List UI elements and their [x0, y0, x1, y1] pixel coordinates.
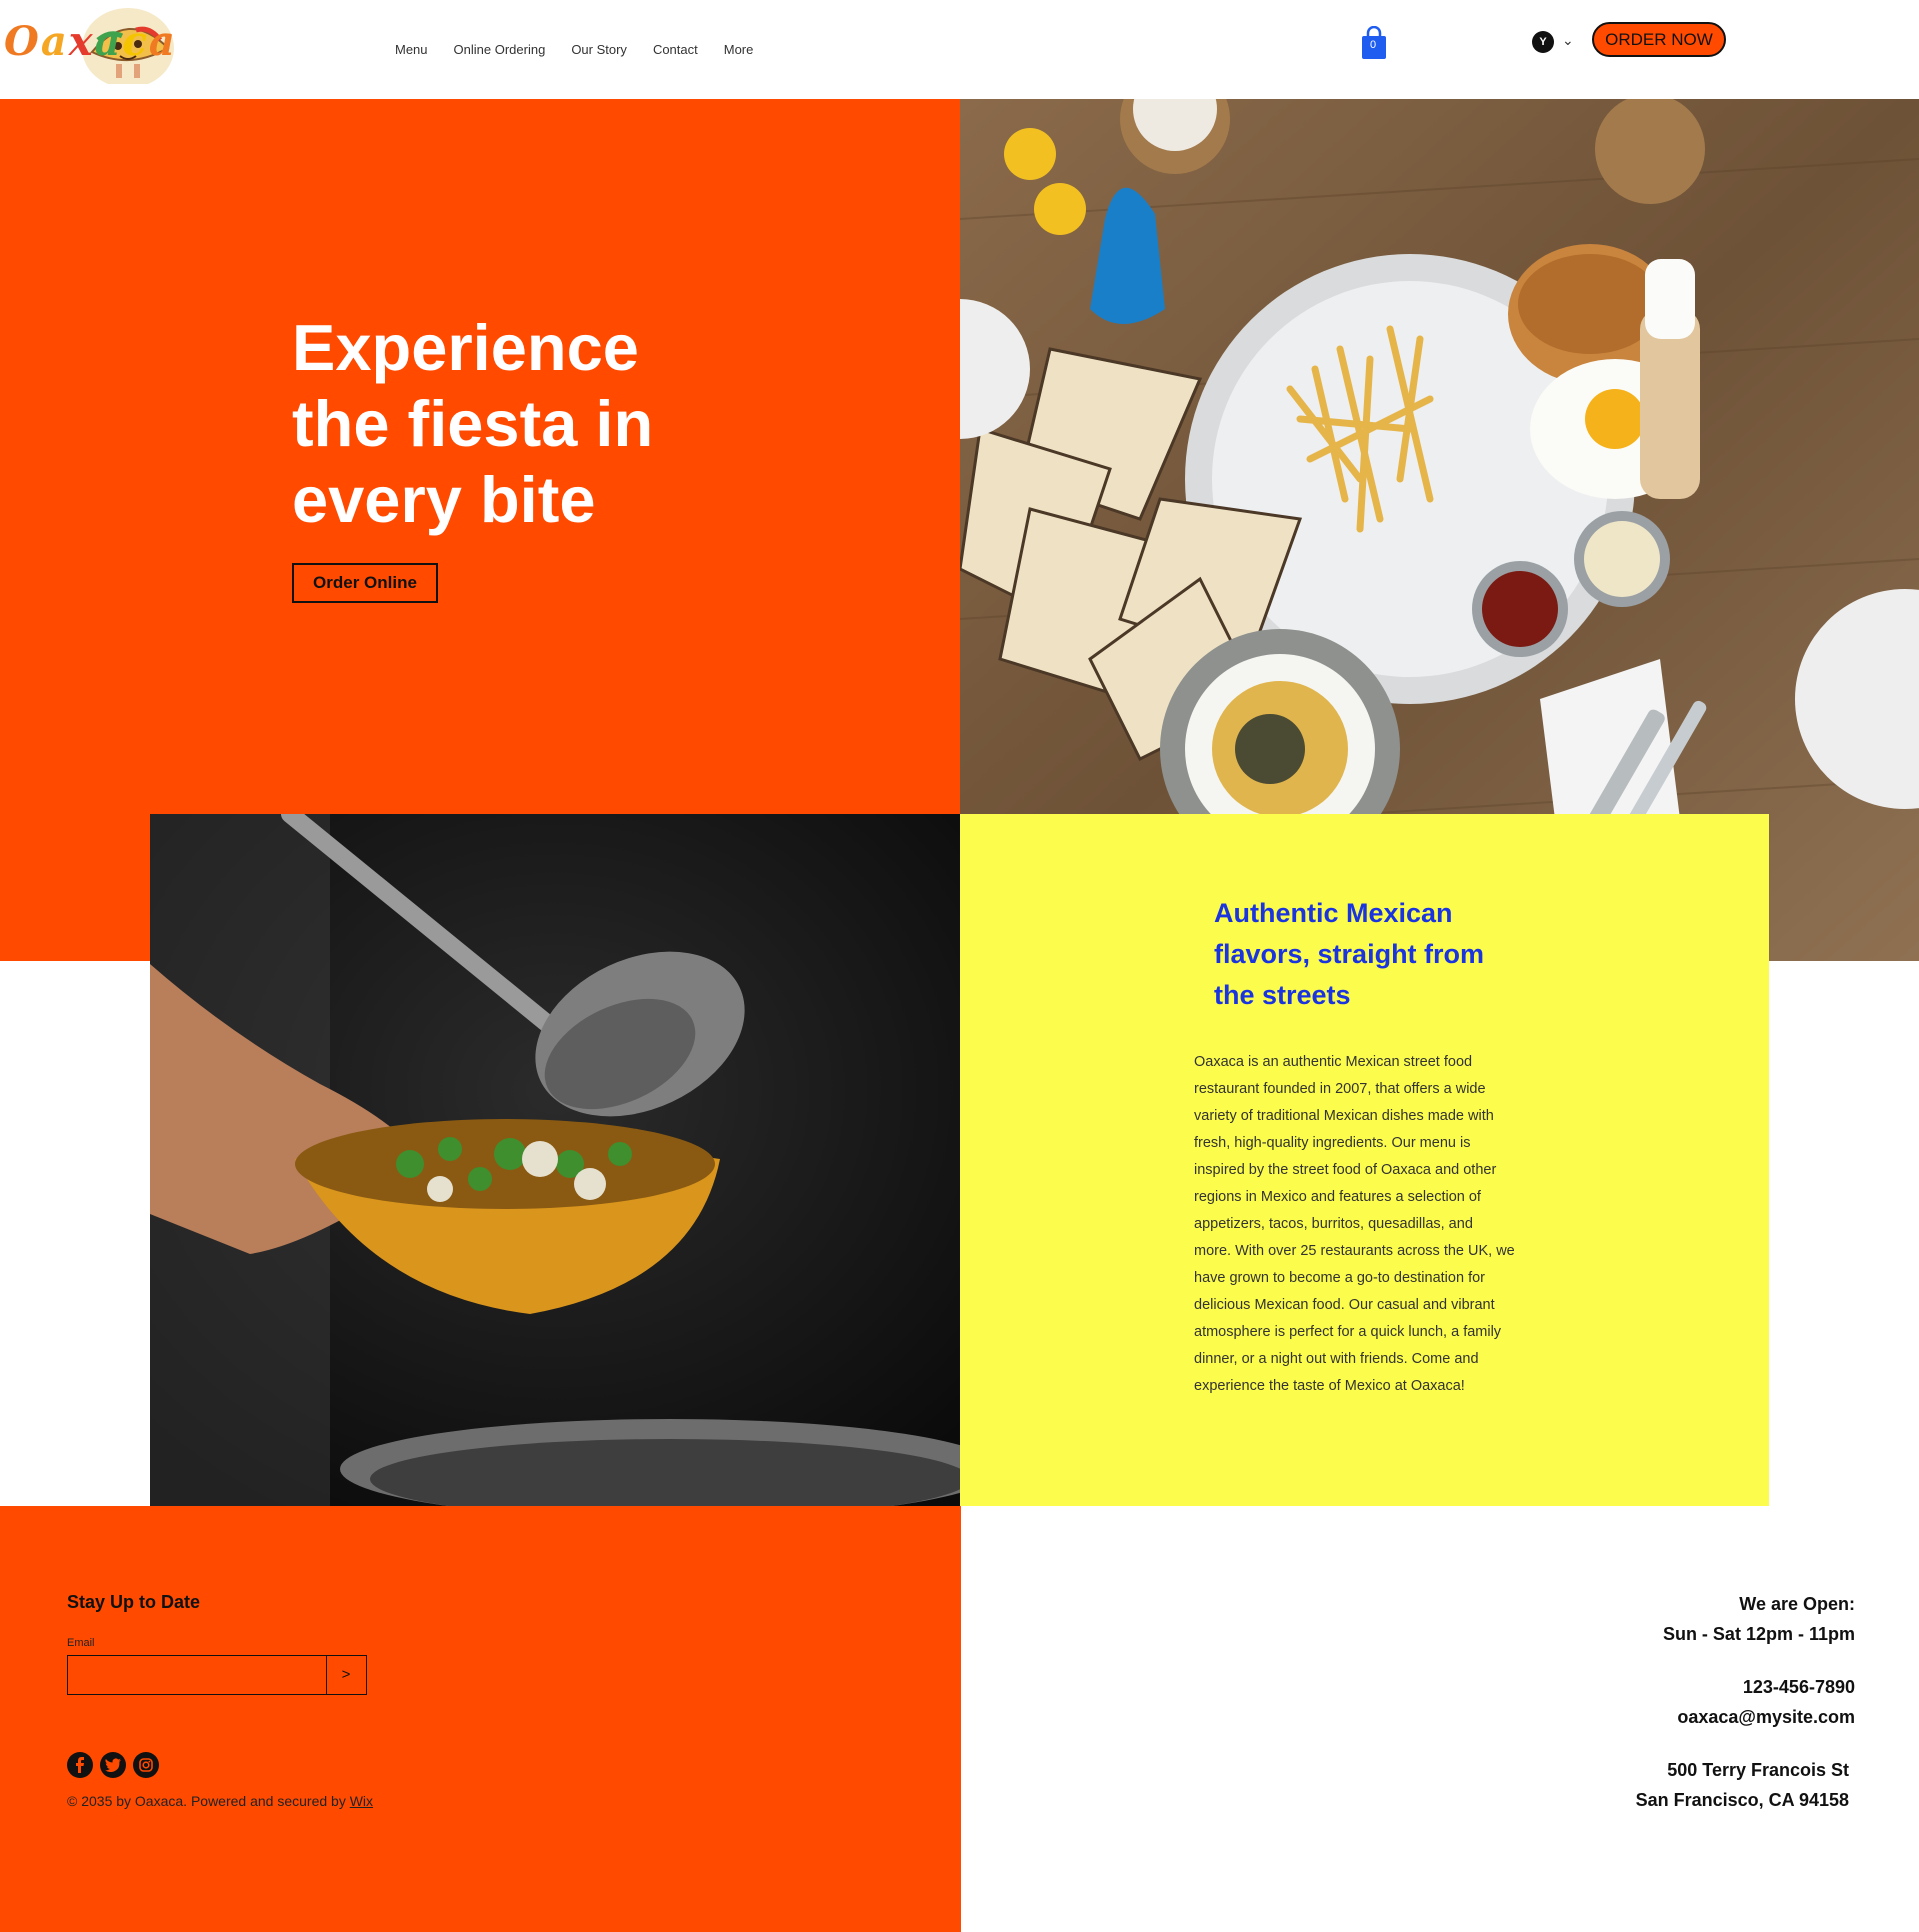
email-submit-button[interactable]: >: [326, 1655, 367, 1695]
email-input[interactable]: [67, 1655, 327, 1695]
instagram-icon[interactable]: [133, 1752, 159, 1778]
about-line: variety of traditional Mexican dishes ma…: [1194, 1108, 1494, 1124]
about-line: appetizers, tacos, burritos, quesadillas…: [1194, 1216, 1473, 1232]
nav-item-more[interactable]: More: [724, 42, 754, 57]
about-line: inspired by the street food of Oaxaca an…: [1194, 1162, 1497, 1178]
logo-letter: a: [40, 18, 69, 65]
facebook-glyph: [76, 1757, 84, 1773]
phone-number[interactable]: 123-456-7890: [1520, 1673, 1855, 1703]
logo-letter: x: [68, 18, 95, 65]
logo-letter: O: [4, 18, 41, 65]
soup-ladle-photo: [150, 814, 960, 1506]
contact-email[interactable]: oaxaca@mysite.com: [1520, 1703, 1855, 1733]
site-header: Oaxaca Menu Online Ordering Our Story Co…: [0, 0, 1919, 99]
about-description: Oaxaca is an authentic Mexican street fo…: [1194, 1049, 1539, 1400]
about-line: fresh, high-quality ingredients. Our men…: [1194, 1135, 1471, 1151]
logo-letter: a: [94, 18, 123, 65]
about-title-line: the streets: [1214, 980, 1351, 1010]
instagram-glyph: [139, 1758, 153, 1772]
hero-title-line: the fiesta in: [292, 387, 654, 460]
email-label: Email: [67, 1637, 95, 1649]
hero-title-line: every bite: [292, 463, 596, 536]
nav-item-contact[interactable]: Contact: [653, 42, 698, 57]
about-line: regions in Mexico and features a selecti…: [1194, 1189, 1481, 1205]
contact-info: We are Open: Sun - Sat 12pm - 11pm 123-4…: [1520, 1590, 1855, 1815]
hours-title: We are Open:: [1739, 1594, 1855, 1614]
about-line: have grown to become a go-to destination…: [1194, 1270, 1485, 1286]
nav-item-our-story[interactable]: Our Story: [571, 42, 627, 57]
order-now-button[interactable]: ORDER NOW: [1592, 22, 1726, 57]
chevron-down-icon[interactable]: ⌄: [1562, 30, 1578, 50]
order-online-button[interactable]: Order Online: [292, 563, 438, 603]
opening-hours: Sun - Sat 12pm - 11pm: [1662, 1623, 1855, 1644]
newsletter-title: Stay Up to Date: [67, 1592, 201, 1612]
twitter-icon[interactable]: [100, 1752, 126, 1778]
address-line-1: 500 Terry Francois St: [1667, 1760, 1849, 1780]
about-line: restaurant founded in 2007, that offers …: [1194, 1081, 1486, 1097]
address-line-2: San Francisco, CA 94158: [1635, 1789, 1849, 1810]
about-title-line: Authentic Mexican: [1214, 898, 1453, 928]
social-links: [67, 1752, 159, 1778]
soup-ladle-image: [150, 814, 960, 1506]
hero-title: Experience the fiesta in every bite: [292, 310, 712, 538]
about-line: experience the taste of Mexico at Oaxaca…: [1194, 1378, 1465, 1394]
about-line: delicious Mexican food. Our casual and v…: [1194, 1297, 1495, 1313]
facebook-icon[interactable]: [67, 1752, 93, 1778]
about-line: atmosphere is perfect for a quick lunch,…: [1194, 1324, 1502, 1340]
logo-wordmark: Oaxaca: [4, 18, 177, 65]
copyright-text: © 2035 by Oaxaca. Powered and secured by…: [67, 1793, 373, 1809]
about-line: dinner, or a night out with friends. Com…: [1194, 1351, 1479, 1367]
logo-letter: c: [122, 18, 149, 65]
about-title-line: flavors, straight from: [1214, 939, 1485, 969]
footer-panel: [0, 1506, 961, 1932]
wix-link[interactable]: Wix: [350, 1793, 373, 1809]
logo[interactable]: Oaxaca: [0, 0, 188, 84]
nav-item-menu[interactable]: Menu: [395, 42, 428, 57]
language-selector[interactable]: Y: [1532, 31, 1554, 53]
copyright-prefix: © 2035 by Oaxaca. Powered and secured by: [67, 1793, 350, 1809]
twitter-glyph: [105, 1758, 121, 1772]
about-title: Authentic Mexican flavors, straight from…: [1214, 893, 1514, 1016]
hero-title-line: Experience: [292, 311, 639, 384]
about-line: Oaxaca is an authentic Mexican street fo…: [1194, 1054, 1473, 1070]
about-line: more. With over 25 restaurants across th…: [1194, 1243, 1515, 1259]
main-nav: Menu Online Ordering Our Story Contact M…: [395, 42, 753, 57]
cart-button[interactable]: 0: [1359, 25, 1389, 60]
cart-count: 0: [1369, 39, 1377, 51]
logo-letter: a: [148, 18, 177, 65]
nav-item-online-ordering[interactable]: Online Ordering: [454, 42, 546, 57]
